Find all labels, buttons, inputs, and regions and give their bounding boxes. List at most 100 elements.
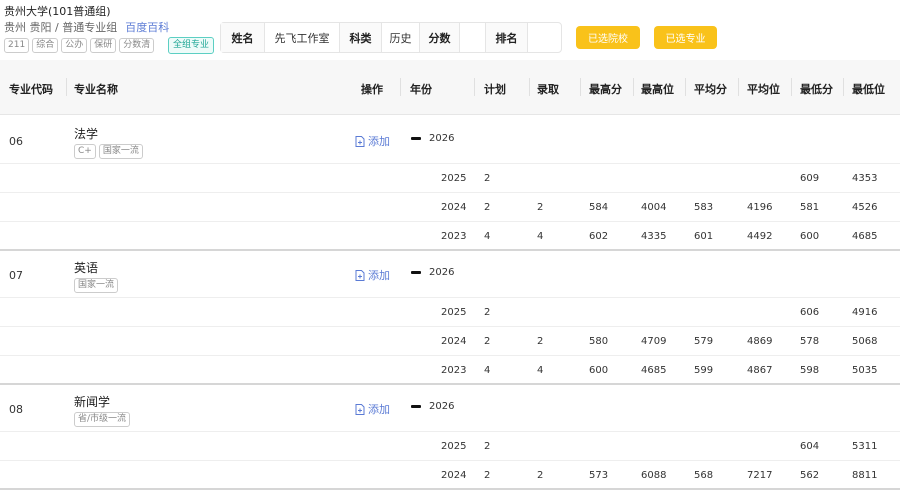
cell-min-rank: 4685 — [852, 231, 878, 242]
cell-max-score: 580 — [589, 336, 609, 347]
cell-max-rank: 6088 — [641, 470, 667, 481]
major-name[interactable]: 新闻学 — [74, 393, 110, 410]
major-row: 06 法学 C+ 国家一流 添加 2026 — [0, 116, 900, 164]
major-name[interactable]: 英语 — [74, 259, 98, 276]
col-avg-score: 平均分 — [694, 83, 727, 96]
cell-year: 2025 — [441, 307, 467, 318]
col-max-score: 最高分 — [589, 83, 622, 96]
major-tags: 国家一流 — [74, 278, 119, 293]
major-name[interactable]: 法学 — [74, 125, 98, 142]
cell-year: 2024 — [441, 336, 467, 347]
cell-max-rank: 4004 — [641, 202, 667, 213]
subject-value[interactable]: 历史 — [382, 23, 420, 52]
score-label: 分数 — [420, 23, 460, 52]
university-title: 贵州大学(101普通组) — [4, 5, 111, 18]
major-code: 07 — [9, 269, 23, 282]
tag-item: 211 — [4, 38, 30, 53]
cell-min-rank: 8811 — [852, 470, 878, 481]
cell-avg-score: 601 — [694, 231, 714, 242]
table-row: 2025 2 606 4916 — [0, 298, 900, 327]
university-tags: 211 综合 公办 保研 分数清 — [4, 38, 155, 53]
name-value[interactable]: 先飞工作室 — [265, 23, 340, 52]
col-admit: 录取 — [537, 83, 559, 96]
cell-plan: 2 — [484, 202, 491, 213]
col-major-name: 专业名称 — [74, 83, 118, 96]
tag-item: 公办 — [61, 38, 88, 53]
cell-min-score: 604 — [800, 441, 820, 452]
subject-label: 科类 — [340, 23, 382, 52]
cell-min-rank: 4353 — [852, 173, 878, 184]
cell-min-score: 606 — [800, 307, 820, 318]
selected-colleges-button[interactable]: 已选院校 — [576, 26, 640, 49]
cell-avg-score: 579 — [694, 336, 714, 347]
cell-min-rank: 5068 — [852, 336, 878, 347]
table-row: 2023 4 4 602 4335 601 4492 600 4685 — [0, 222, 900, 251]
add-button[interactable]: 添加 — [355, 267, 390, 283]
current-year: 2026 — [429, 133, 455, 144]
cell-admit: 4 — [537, 365, 544, 376]
cell-min-score: 598 — [800, 365, 820, 376]
cell-plan: 4 — [484, 231, 491, 242]
cell-avg-score: 568 — [694, 470, 714, 481]
baike-link[interactable]: 百度百科 — [125, 21, 169, 34]
year-collapse-toggle[interactable]: 2026 — [411, 401, 454, 412]
major-tags: 省/市级一流 — [74, 412, 131, 427]
tag-item: 分数清 — [119, 38, 155, 53]
cell-plan: 2 — [484, 173, 491, 184]
major-code: 08 — [9, 403, 23, 416]
cell-year: 2024 — [441, 470, 467, 481]
major-row: 07 英语 国家一流 添加 2026 — [0, 250, 900, 298]
current-year: 2026 — [429, 401, 455, 412]
major-row: 08 新闻学 省/市级一流 添加 2026 — [0, 384, 900, 432]
minus-icon[interactable] — [411, 137, 421, 140]
student-info-bar: 姓名 先飞工作室 科类 历史 分数 排名 — [220, 22, 562, 53]
cell-admit: 2 — [537, 202, 544, 213]
all-group-badge[interactable]: 全组专业 — [168, 37, 215, 54]
cell-avg-score: 583 — [694, 202, 714, 213]
location-text: 贵州 贵阳 / 普通专业组 — [4, 21, 118, 34]
cell-min-score: 609 — [800, 173, 820, 184]
cell-max-score: 573 — [589, 470, 609, 481]
table-row: 2024 2 2 580 4709 579 4869 578 5068 — [0, 327, 900, 356]
cell-min-rank: 5035 — [852, 365, 878, 376]
table-row: 2024 2 2 584 4004 583 4196 581 4526 — [0, 193, 900, 222]
col-year: 年份 — [410, 83, 432, 96]
rank-label: 排名 — [486, 23, 528, 52]
cell-plan: 2 — [484, 470, 491, 481]
col-min-rank: 最低位 — [852, 83, 885, 96]
add-button[interactable]: 添加 — [355, 401, 390, 417]
rank-value[interactable] — [528, 23, 561, 52]
cell-max-rank: 4335 — [641, 231, 667, 242]
cell-year: 2025 — [441, 173, 467, 184]
major-tags: C+ 国家一流 — [74, 144, 143, 159]
minus-icon[interactable] — [411, 271, 421, 274]
cell-admit: 2 — [537, 470, 544, 481]
major-tag: 国家一流 — [74, 278, 119, 293]
cell-avg-rank: 4492 — [747, 231, 773, 242]
add-button[interactable]: 添加 — [355, 133, 390, 149]
table-row: 2023 4 4 600 4685 599 4867 598 5035 — [0, 356, 900, 385]
document-add-icon — [355, 403, 365, 415]
major-tag: 国家一流 — [98, 144, 143, 159]
table-header: 专业代码 专业名称 操作 年份 计划 录取 最高分 最高位 平均分 平均位 最低… — [0, 60, 900, 115]
cell-year: 2023 — [441, 365, 467, 376]
name-label: 姓名 — [221, 23, 265, 52]
col-plan: 计划 — [484, 83, 506, 96]
document-add-icon — [355, 135, 365, 147]
cell-admit: 4 — [537, 231, 544, 242]
cell-min-score: 562 — [800, 470, 820, 481]
score-value[interactable] — [460, 23, 486, 52]
selected-majors-button[interactable]: 已选专业 — [654, 26, 717, 49]
cell-max-score: 584 — [589, 202, 609, 213]
document-add-icon — [355, 269, 365, 281]
cell-max-rank: 4685 — [641, 365, 667, 376]
year-collapse-toggle[interactable]: 2026 — [411, 267, 454, 278]
table-row: 2025 2 604 5311 — [0, 432, 900, 461]
col-min-score: 最低分 — [800, 83, 833, 96]
col-max-rank: 最高位 — [641, 83, 674, 96]
major-tag: C+ — [74, 144, 96, 159]
minus-icon[interactable] — [411, 405, 421, 408]
year-collapse-toggle[interactable]: 2026 — [411, 133, 454, 144]
cell-year: 2025 — [441, 441, 467, 452]
col-avg-rank: 平均位 — [747, 83, 780, 96]
